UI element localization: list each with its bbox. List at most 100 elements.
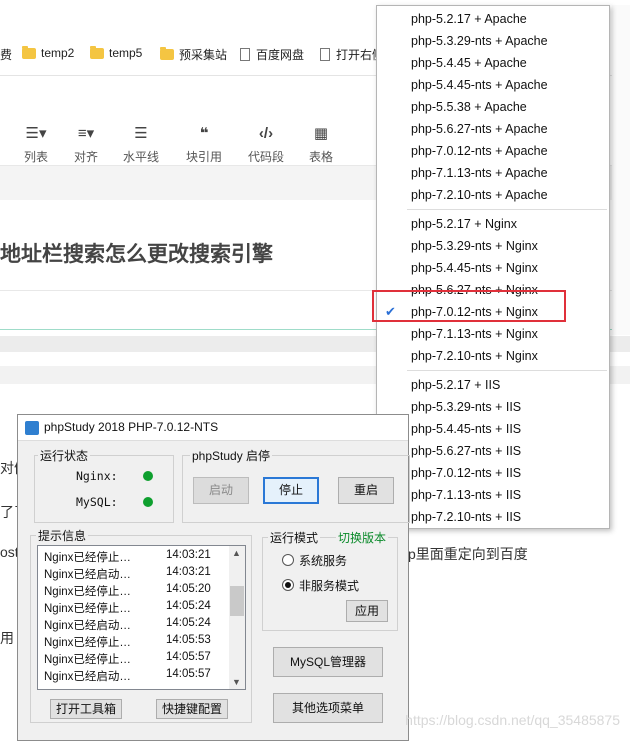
mysql-status-icon bbox=[143, 497, 153, 507]
stop-button[interactable]: 停止 bbox=[263, 477, 319, 504]
menu-item-apache[interactable]: php-5.3.29-nts + Apache bbox=[411, 30, 548, 52]
phpstudy-logo-icon bbox=[25, 421, 39, 435]
mode-group-label: 运行模式 bbox=[268, 529, 321, 546]
page-icon bbox=[240, 48, 250, 61]
mode-nonservice-radio[interactable] bbox=[282, 579, 294, 591]
menu-item-iis[interactable]: php-5.2.17 + IIS bbox=[411, 374, 500, 396]
switch-version-link[interactable]: 切换版本 bbox=[336, 529, 389, 546]
menu-separator bbox=[407, 370, 607, 371]
status-group-label: 运行状态 bbox=[38, 447, 91, 464]
mode-system-label: 系统服务 bbox=[299, 554, 348, 568]
log-message: Nginx已经启动… bbox=[44, 620, 131, 632]
log-time: 14:05:53 bbox=[166, 634, 211, 646]
menu-item-apache[interactable]: php-5.4.45-nts + Apache bbox=[411, 74, 548, 96]
menu-item-nginx[interactable]: php-7.1.13-nts + Nginx bbox=[411, 323, 538, 345]
toolbar-hr-button[interactable]: ☰ 水平线 bbox=[117, 124, 165, 165]
log-time: 14:05:20 bbox=[166, 583, 211, 595]
mode-system-radio[interactable] bbox=[282, 554, 294, 566]
hotkey-config-button[interactable]: 快捷键配置 bbox=[156, 699, 228, 719]
log-message: Nginx已经停止… bbox=[44, 654, 131, 666]
bookmark-item[interactable]: 费 bbox=[0, 46, 12, 63]
toolbar-list-button[interactable]: ☰▾ 列表 bbox=[12, 124, 60, 165]
folder-icon bbox=[22, 45, 36, 59]
mysql-manager-button[interactable]: MySQL管理器 bbox=[273, 647, 383, 677]
log-time: 14:05:57 bbox=[166, 651, 211, 663]
menu-item-iis[interactable]: php-7.1.13-nts + IIS bbox=[411, 484, 521, 506]
menu-item-apache[interactable]: php-7.1.13-nts + Apache bbox=[411, 162, 548, 184]
code-icon: ‹/› bbox=[258, 125, 274, 142]
php-version-menu: php-5.2.17 + Apache php-5.3.29-nts + Apa… bbox=[376, 5, 610, 529]
mode-nonservice-label: 非服务模式 bbox=[299, 579, 360, 593]
log-time: 14:05:24 bbox=[166, 600, 211, 612]
log-message: Nginx已经停止… bbox=[44, 603, 131, 615]
open-toolbox-button[interactable]: 打开工具箱 bbox=[50, 699, 122, 719]
folder-icon bbox=[160, 47, 174, 60]
menu-item-nginx[interactable]: php-5.4.45-nts + Nginx bbox=[411, 257, 538, 279]
log-time: 14:03:21 bbox=[166, 566, 211, 578]
toolbar-code-button[interactable]: ‹/› 代码段 bbox=[242, 124, 290, 165]
status-group bbox=[34, 455, 174, 523]
bookmark-open-right[interactable]: 打开右侧 bbox=[320, 46, 384, 63]
menu-item-apache[interactable]: php-7.2.10-nts + Apache bbox=[411, 184, 548, 206]
bookmark-folder-temp5[interactable]: temp5 bbox=[90, 45, 142, 60]
service-nginx-label: Nginx: bbox=[76, 469, 118, 483]
scroll-down-icon[interactable]: ▼ bbox=[232, 677, 241, 687]
scroll-thumb[interactable] bbox=[230, 586, 244, 616]
scroll-up-icon[interactable]: ▲ bbox=[232, 548, 241, 558]
log-time: 14:05:24 bbox=[166, 617, 211, 629]
bookmark-folder-temp2[interactable]: temp2 bbox=[22, 45, 74, 60]
menu-item-nginx[interactable]: php-5.3.29-nts + Nginx bbox=[411, 235, 538, 257]
menu-separator bbox=[407, 209, 607, 210]
log-message: Nginx已经停止… bbox=[44, 552, 131, 564]
bookmark-baidu-pan[interactable]: 百度网盘 bbox=[240, 46, 304, 63]
background-text: ost bbox=[0, 544, 19, 560]
menu-item-iis[interactable]: php-5.6.27-nts + IIS bbox=[411, 440, 521, 462]
log-message: Nginx已经启动… bbox=[44, 569, 131, 581]
log-group-label: 提示信息 bbox=[36, 527, 89, 544]
menu-item-iis[interactable]: php-5.3.29-nts + IIS bbox=[411, 396, 521, 418]
log-time: 14:05:57 bbox=[166, 668, 211, 680]
log-scrollbar[interactable]: ▲ ▼ bbox=[229, 546, 245, 689]
log-list[interactable]: Nginx已经停止… 14:03:21 Nginx已经启动… 14:03:21 Ng… bbox=[37, 545, 246, 690]
article-title[interactable]: 地址栏搜索怎么更改搜索引擎 bbox=[0, 238, 273, 268]
background-text: 用 bbox=[0, 630, 14, 646]
toolbar-align-button[interactable]: ≡▾ 对齐 bbox=[62, 124, 110, 165]
toolbar-quote-button[interactable]: ❝ 块引用 bbox=[180, 124, 228, 165]
background-text: p里面重定向到百度 bbox=[408, 546, 528, 562]
menu-item-apache[interactable]: php-5.6.27-nts + Apache bbox=[411, 118, 548, 140]
menu-item-apache[interactable]: php-5.4.45 + Apache bbox=[411, 52, 527, 74]
service-mysql-label: MySQL: bbox=[76, 495, 118, 509]
menu-item-iis[interactable]: php-7.0.12-nts + IIS bbox=[411, 462, 521, 484]
menu-item-nginx[interactable]: php-5.2.17 + Nginx bbox=[411, 213, 517, 235]
log-message: Nginx已经停止… bbox=[44, 637, 131, 649]
window-titlebar[interactable]: phpStudy 2018 PHP-7.0.12-NTS bbox=[18, 415, 408, 441]
menu-item-iis[interactable]: php-5.4.45-nts + IIS bbox=[411, 418, 521, 440]
other-options-button[interactable]: 其他选项菜单 bbox=[273, 693, 383, 723]
menu-item-nginx[interactable]: php-7.2.10-nts + Nginx bbox=[411, 345, 538, 367]
folder-icon bbox=[90, 45, 104, 59]
log-message: Nginx已经启动… bbox=[44, 671, 131, 683]
table-icon: ▦ bbox=[313, 125, 329, 142]
watermark: https://blog.csdn.net/qq_35485875 bbox=[405, 712, 620, 728]
control-group-label: phpStudy 启停 bbox=[190, 447, 273, 464]
apply-button[interactable]: 应用 bbox=[346, 600, 388, 622]
menu-item-iis[interactable]: php-7.2.10-nts + IIS bbox=[411, 506, 521, 528]
align-icon: ≡▾ bbox=[77, 125, 95, 142]
menu-item-apache[interactable]: php-7.0.12-nts + Apache bbox=[411, 140, 548, 162]
phpstudy-window: phpStudy 2018 PHP-7.0.12-NTS 运行状态 Nginx:… bbox=[17, 414, 410, 741]
menu-item-apache[interactable]: php-5.2.17 + Apache bbox=[411, 8, 527, 30]
nginx-status-icon bbox=[143, 471, 153, 481]
background-scrollbar bbox=[612, 5, 630, 335]
log-message: Nginx已经停止… bbox=[44, 586, 131, 598]
hr-icon: ☰ bbox=[134, 125, 148, 142]
bookmark-folder-collect[interactable]: 预采集站 bbox=[160, 46, 227, 63]
list-icon: ☰▾ bbox=[25, 125, 47, 142]
menu-item-apache[interactable]: php-5.5.38 + Apache bbox=[411, 96, 527, 118]
toolbar-table-button[interactable]: ▦ 表格 bbox=[297, 124, 345, 165]
highlight-box bbox=[372, 290, 566, 322]
page-icon bbox=[320, 48, 330, 61]
quote-icon: ❝ bbox=[199, 125, 209, 142]
start-button[interactable]: 启动 bbox=[193, 477, 249, 504]
restart-button[interactable]: 重启 bbox=[338, 477, 394, 504]
log-time: 14:03:21 bbox=[166, 549, 211, 561]
